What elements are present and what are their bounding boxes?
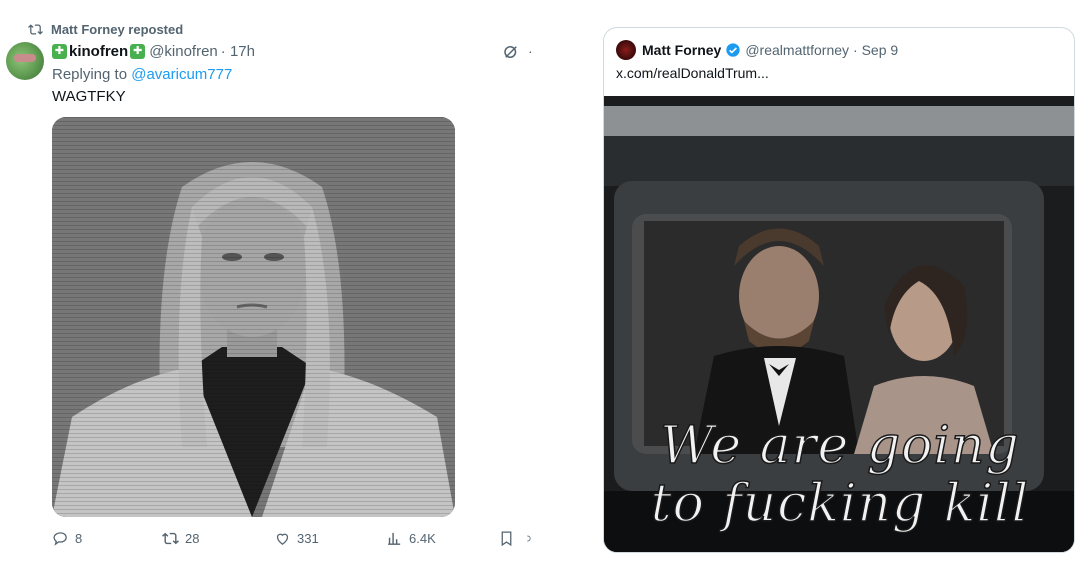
- verified-badge-icon: [726, 43, 741, 57]
- views-button[interactable]: 6.4K: [386, 530, 436, 547]
- caption-line-1: We are going: [659, 415, 1020, 477]
- bookmark-button[interactable]: [498, 530, 515, 547]
- tweet-image[interactable]: [52, 117, 455, 517]
- avatar[interactable]: [616, 40, 636, 60]
- clover-icon: ✚: [130, 44, 146, 59]
- heart-icon: [276, 533, 289, 545]
- analytics-icon: [388, 532, 401, 545]
- avatar[interactable]: [6, 42, 44, 80]
- tweet-header: ✚ kinofren ✚ @kinofren · 17h: [52, 43, 255, 60]
- grok-icon[interactable]: [502, 43, 520, 61]
- quoted-header: Matt Forney @realmattforney · Sep 9: [616, 40, 898, 60]
- share-button[interactable]: [526, 530, 536, 547]
- more-icon[interactable]: ·: [528, 43, 533, 59]
- user-handle[interactable]: @realmattforney: [745, 42, 849, 58]
- repost-count: 28: [185, 531, 200, 546]
- quoted-tweet[interactable]: Matt Forney @realmattforney · Sep 9 x.co…: [603, 27, 1075, 553]
- repost-indicator[interactable]: Matt Forney reposted: [28, 22, 183, 37]
- display-name[interactable]: Matt Forney: [642, 42, 721, 58]
- quoted-image[interactable]: We are going to fucking kill you: [604, 96, 1074, 552]
- like-button[interactable]: 331: [274, 530, 319, 547]
- caption-line-2: to fucking kill you: [650, 473, 1030, 552]
- like-count: 331: [297, 531, 319, 546]
- repost-icon: [162, 532, 179, 545]
- repost-label: Matt Forney reposted: [51, 22, 184, 37]
- share-icon: [527, 535, 531, 542]
- view-count: 6.4K: [409, 531, 436, 546]
- tweet-time[interactable]: · 17h: [221, 43, 255, 60]
- portrait-image: [52, 117, 455, 517]
- bookmark-icon: [501, 531, 512, 547]
- reply-icon: [53, 532, 67, 546]
- clover-icon: ✚: [52, 44, 67, 59]
- tweet-text: WAGTFKY: [52, 88, 126, 105]
- quoted-text[interactable]: x.com/realDonaldTrum...: [616, 65, 769, 81]
- replying-prefix: Replying to: [52, 66, 132, 83]
- replying-to: Replying to @avaricum777: [52, 66, 232, 83]
- display-name[interactable]: kinofren: [69, 43, 128, 60]
- tweet-actions: 8 28 331 6.4K: [52, 530, 537, 550]
- repost-icon: [28, 24, 43, 35]
- reply-count: 8: [75, 531, 83, 546]
- repost-button[interactable]: 28: [162, 530, 199, 547]
- tweet-date[interactable]: · Sep 9: [853, 42, 898, 58]
- user-handle[interactable]: @kinofren: [149, 43, 218, 60]
- mention-link[interactable]: @avaricum777: [131, 66, 232, 83]
- reply-button[interactable]: 8: [52, 530, 82, 547]
